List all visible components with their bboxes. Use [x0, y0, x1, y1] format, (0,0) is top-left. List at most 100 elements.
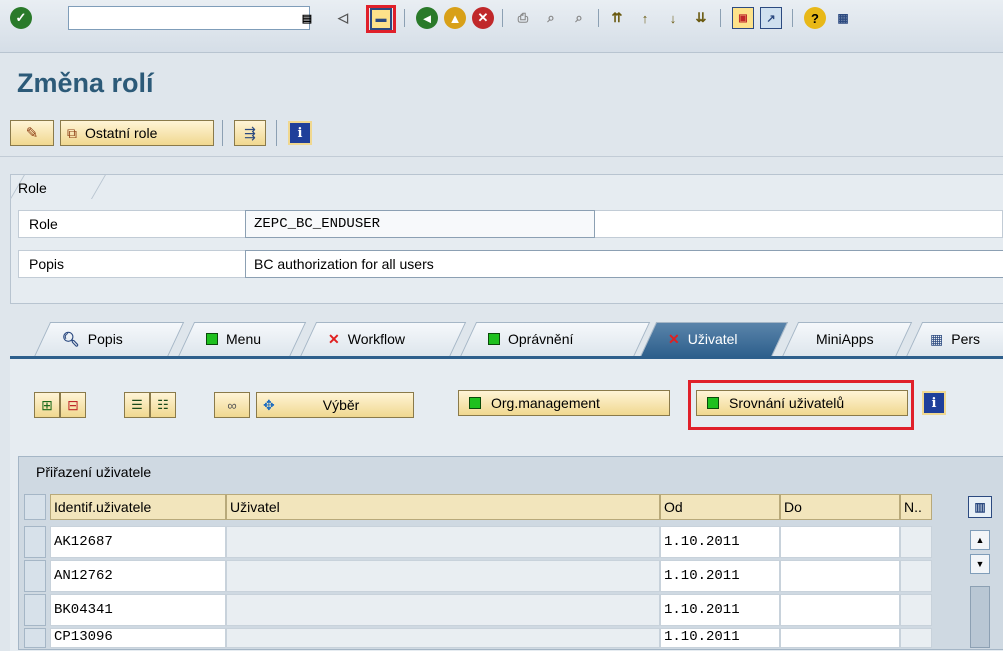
- toolbar-separator: [720, 9, 721, 27]
- page-title: Změna rolí: [17, 68, 154, 98]
- table-cell-from[interactable]: 1.10.2011: [660, 560, 780, 592]
- tab-miniapps[interactable]: MiniApps: [790, 322, 902, 356]
- toolbar-separator: [222, 120, 223, 146]
- command-field[interactable]: [68, 6, 310, 30]
- table-cell-n: [900, 526, 932, 558]
- table-cell-user-id[interactable]: AN12762: [50, 560, 226, 592]
- table-title: Přiřazení uživatele: [36, 464, 152, 480]
- pen-icon: ✎: [25, 125, 39, 142]
- role-field[interactable]: ZEPC_BC_ENDUSER: [245, 210, 595, 238]
- column-header-n[interactable]: N..: [900, 494, 932, 520]
- insert-row-button[interactable]: ⊞: [34, 392, 60, 418]
- last-page-icon[interactable]: ⇊: [690, 7, 712, 29]
- first-page-icon[interactable]: ⇈: [606, 7, 628, 29]
- delete-row-icon: ⊟: [67, 396, 79, 413]
- red-status-icon: ✕: [328, 330, 340, 347]
- scroll-up-icon[interactable]: ▲: [970, 530, 990, 550]
- table-cell-to[interactable]: [780, 526, 900, 558]
- table-cell-from[interactable]: 1.10.2011: [660, 526, 780, 558]
- row-selector[interactable]: [24, 594, 46, 626]
- user-comparison-button[interactable]: Srovnání uživatelů: [696, 390, 908, 416]
- table-cell-to[interactable]: [780, 594, 900, 626]
- selection-label: Výběr: [322, 397, 360, 413]
- toolbar-separator: [792, 9, 793, 27]
- table-cell-to[interactable]: [780, 560, 900, 592]
- hierarchy-icon: ⇶: [244, 124, 256, 141]
- new-session-icon[interactable]: ▣: [732, 7, 754, 29]
- table-cell-n: [900, 594, 932, 626]
- find-next-icon[interactable]: ⌕: [568, 7, 590, 29]
- role-group: [10, 174, 1003, 304]
- tab-user[interactable]: ✕ Uživatel: [648, 322, 778, 356]
- column-header-user[interactable]: Uživatel: [226, 494, 660, 520]
- exit-icon[interactable]: ▲: [444, 7, 466, 29]
- description-label: Popis: [29, 256, 65, 272]
- back-arrow-icon[interactable]: ◁: [332, 7, 354, 29]
- prev-page-icon[interactable]: ↑: [634, 7, 656, 29]
- column-header-user-id[interactable]: Identif.uživatele: [50, 494, 226, 520]
- column-header-from[interactable]: Od: [660, 494, 780, 520]
- table-cell-user: [226, 628, 660, 648]
- description-field[interactable]: BC authorization for all users: [245, 250, 1003, 278]
- toolbar-separator: [598, 9, 599, 27]
- scroll-down-icon[interactable]: ▼: [970, 554, 990, 574]
- history-icon[interactable]: ▤: [296, 7, 318, 29]
- row-selector[interactable]: [24, 560, 46, 592]
- green-status-icon: [488, 333, 500, 345]
- select-all-button[interactable]: ☰: [124, 392, 150, 418]
- table-settings-icon[interactable]: ▥: [968, 496, 992, 518]
- layout-icon[interactable]: ▦: [832, 7, 854, 29]
- green-status-icon: [206, 333, 218, 345]
- cancel-icon[interactable]: ✕: [472, 7, 494, 29]
- column-header-to[interactable]: Do: [780, 494, 900, 520]
- row-selector[interactable]: [24, 526, 46, 558]
- role-row: Role ZEPC_BC_ENDUSER: [18, 210, 1003, 238]
- select-all-rows-handle[interactable]: [24, 494, 46, 520]
- help-icon[interactable]: ?: [804, 7, 826, 29]
- table-cell-from[interactable]: 1.10.2011: [660, 628, 780, 648]
- org-management-button[interactable]: Org.management: [458, 390, 670, 416]
- table-cell-user-id[interactable]: BK04341: [50, 594, 226, 626]
- system-toolbar: ✓ ▤ ◁ ▬ ◄ ▲ ✕ ⎙ ⌕ ⌕ ⇈ ↑ ↓ ⇊ ▣ ↗ ? ▦: [0, 0, 1003, 53]
- tab-menu[interactable]: Menu: [186, 322, 296, 356]
- user-comparison-label: Srovnání uživatelů: [729, 395, 845, 411]
- find-button[interactable]: ∞: [214, 392, 250, 418]
- tab-workflow[interactable]: ✕ Workflow: [308, 322, 456, 356]
- tab-personalization-label: Pers: [951, 331, 981, 347]
- toolbar-separator: [404, 9, 405, 27]
- other-roles-icon: ⧉: [67, 124, 77, 141]
- hierarchy-button[interactable]: ⇶: [234, 120, 266, 146]
- scrollbar-track[interactable]: [970, 586, 990, 648]
- deselect-all-button[interactable]: ☷: [150, 392, 176, 418]
- display-change-button[interactable]: ✎: [10, 120, 54, 146]
- save-icon[interactable]: ▬: [370, 8, 392, 30]
- green-status-icon: [707, 397, 719, 409]
- select-all-icon: ☰: [131, 397, 143, 412]
- table-cell-to[interactable]: [780, 628, 900, 648]
- table-cell-user-id[interactable]: AK12687: [50, 526, 226, 558]
- info-icon[interactable]: i: [288, 121, 312, 145]
- tab-authorizations[interactable]: Oprávnění: [468, 322, 640, 356]
- info-icon[interactable]: i: [922, 391, 946, 415]
- delete-row-button[interactable]: ⊟: [60, 392, 86, 418]
- tab-personalization[interactable]: ▦ Pers: [914, 322, 1003, 356]
- next-page-icon[interactable]: ↓: [662, 7, 684, 29]
- search-icon: 🔍︎: [62, 330, 80, 347]
- table-cell-user-id[interactable]: CP13096: [50, 628, 226, 648]
- find-icon[interactable]: ⌕: [540, 7, 562, 29]
- back-icon[interactable]: ◄: [416, 7, 438, 29]
- tab-authorizations-label: Oprávnění: [508, 331, 574, 347]
- other-roles-button[interactable]: ⧉ Ostatní role: [60, 120, 214, 146]
- application-toolbar: ✎ ⧉ Ostatní role ⇶ i: [0, 112, 1003, 157]
- tab-description[interactable]: 🔍︎ Popis: [42, 322, 174, 356]
- table-cell-user: [226, 526, 660, 558]
- toolbar-separator: [502, 9, 503, 27]
- org-management-label: Org.management: [491, 395, 600, 411]
- tab-user-label: Uživatel: [687, 331, 738, 347]
- selection-button[interactable]: ✥ Výběr: [256, 392, 414, 418]
- table-cell-from[interactable]: 1.10.2011: [660, 594, 780, 626]
- row-selector[interactable]: [24, 628, 46, 648]
- enter-icon[interactable]: ✓: [10, 7, 32, 29]
- print-icon[interactable]: ⎙: [512, 7, 534, 29]
- shortcut-icon[interactable]: ↗: [760, 7, 782, 29]
